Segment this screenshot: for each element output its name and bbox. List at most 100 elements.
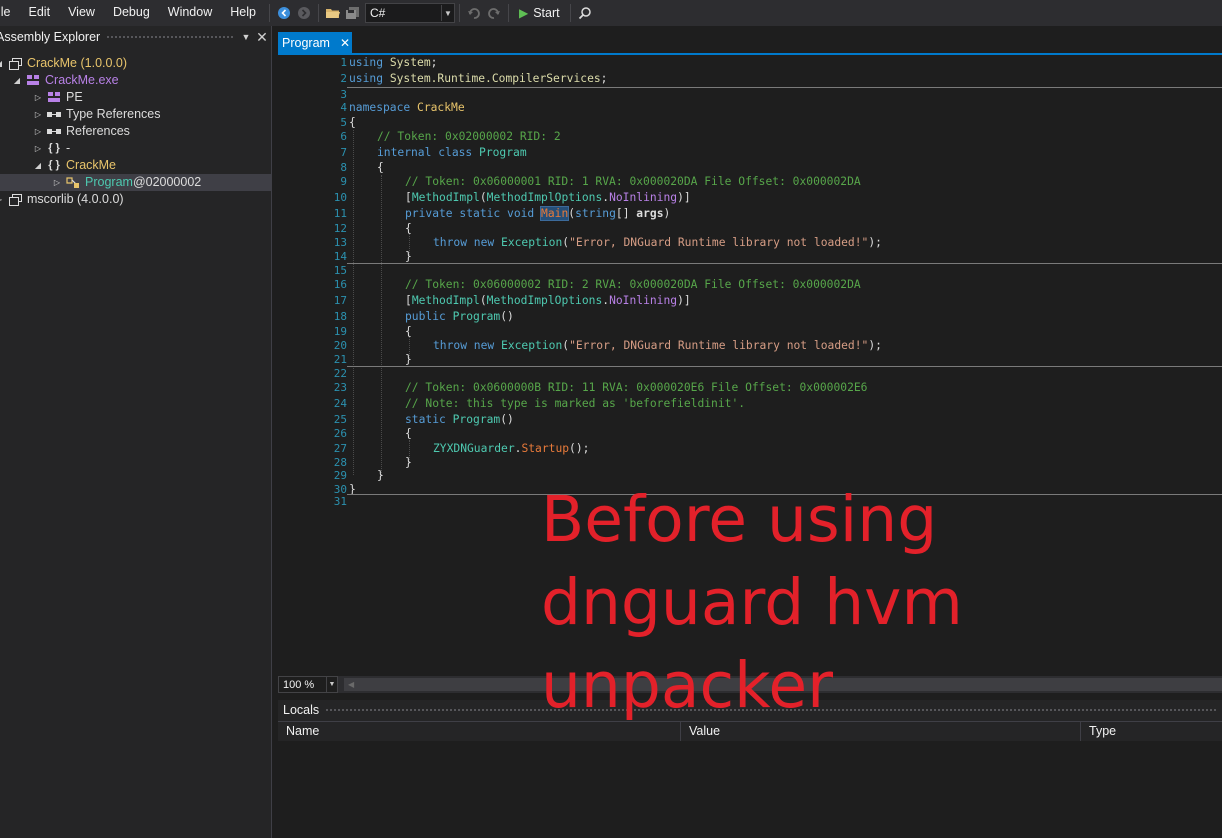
tree-item-label: CrackMe (1.0.0.0) (27, 56, 128, 70)
code-line-10: [MethodImpl(MethodImplOptions.NoInlining… (405, 191, 691, 204)
references-icon (47, 125, 61, 138)
class-icon (66, 176, 80, 189)
collapsed-arrow-icon[interactable]: ▷ (33, 89, 43, 106)
code-line-17: [MethodImpl(MethodImplOptions.NoInlining… (405, 294, 691, 307)
forward-icon[interactable] (294, 3, 314, 23)
section-divider (347, 87, 1222, 88)
line-number: 9 (340, 175, 347, 188)
line-number: 6 (340, 130, 347, 143)
language-value: C# (369, 6, 386, 20)
line-number: 20 (333, 339, 347, 352)
tree-item-type-references[interactable]: ▷ Type References (33, 106, 161, 123)
overlay-caption: Before using dnguard hvm unpacker (541, 478, 981, 727)
line-number: 17 (333, 294, 347, 307)
tree-item-crackme-namespace[interactable]: ◢ { } CrackMe (33, 157, 116, 174)
code-line-1: using System; (349, 56, 438, 69)
line-number: 2 (340, 72, 347, 85)
close-icon[interactable]: ✕ (253, 29, 271, 46)
chevron-down-icon[interactable]: ▼ (239, 32, 253, 42)
locals-grid-body (278, 741, 1222, 838)
menu-help[interactable]: Help (221, 0, 265, 26)
caption-line-2: dnguard hvm (541, 566, 963, 639)
open-folder-icon[interactable] (323, 3, 343, 23)
line-number: 16 (333, 278, 347, 291)
menu-bar: ile Edit View Debug Window Help C# ▼ ▶ S… (0, 0, 1222, 26)
play-icon: ▶ (518, 6, 529, 20)
expanded-arrow-icon[interactable]: ◢ (33, 157, 43, 174)
code-line-23: // Token: 0x0600000B RID: 11 RVA: 0x0000… (405, 381, 868, 394)
scroll-left-icon[interactable]: ◀ (348, 680, 354, 689)
code-line-24: // Note: this type is marked as 'beforef… (405, 397, 746, 410)
expanded-arrow-icon[interactable]: ◢ (12, 72, 22, 89)
back-icon[interactable] (274, 3, 294, 23)
toolbar-separator (458, 4, 460, 22)
redo-icon[interactable] (484, 3, 504, 23)
code-line-13: throw new Exception("Error, DNGuard Runt… (433, 236, 882, 249)
code-line-14: } (405, 250, 412, 263)
language-select[interactable]: C# ▼ (364, 3, 455, 23)
menu-file[interactable]: ile (0, 0, 20, 26)
line-number: 14 (333, 250, 347, 263)
tree-item-label: - (66, 141, 71, 155)
locals-title: Locals (283, 703, 320, 717)
code-line-4: namespace CrackMe (349, 101, 465, 114)
section-divider (347, 366, 1222, 367)
tree-item-label: CrackMe (66, 158, 117, 172)
panel-grip[interactable] (106, 34, 233, 40)
tree-item-program-class[interactable]: ▷ Program @02000002 (0, 174, 271, 191)
editor-tabstrip: Program ✕ (278, 32, 1222, 55)
pe-icon (47, 91, 61, 104)
search-icon[interactable] (575, 3, 595, 23)
line-number: 26 (333, 427, 347, 440)
tree-item-empty-namespace[interactable]: ▷ { } - (33, 140, 70, 157)
save-all-icon[interactable] (343, 3, 363, 23)
tab-program[interactable]: Program ✕ (278, 32, 352, 53)
code-line-16: // Token: 0x06000002 RID: 2 RVA: 0x00002… (405, 278, 861, 291)
caption-line-1: Before using (541, 483, 938, 556)
code-line-21: } (405, 353, 412, 366)
code-line-27: ZYXDNGuarder.Startup(); (433, 442, 590, 455)
zoom-select[interactable]: 100 % ▼ (278, 676, 338, 693)
menu-debug[interactable]: Debug (104, 0, 159, 26)
highlighted-method-name[interactable]: Main (540, 206, 570, 221)
code-line-11: private static void Main(string[] args) (405, 206, 671, 221)
collapsed-arrow-icon[interactable]: ▷ (33, 140, 43, 157)
collapsed-arrow-icon[interactable]: ▷ (0, 191, 4, 208)
zoom-value: 100 % (283, 678, 315, 691)
indent-guide (353, 130, 354, 475)
menu-window[interactable]: Window (159, 0, 221, 26)
tree-item-crackme-exe[interactable]: ◢ CrackMe.exe (12, 72, 119, 89)
line-number-gutter: 1 2 3 4 5 6 7 8 9 10 11 12 13 14 15 16 17 18 19 20 21 22 23 24 2… (295, 55, 347, 675)
line-number: 11 (333, 207, 347, 220)
tree-item-references[interactable]: ▷ References (33, 123, 130, 140)
collapsed-arrow-icon[interactable]: ▷ (33, 123, 43, 140)
line-number: 25 (333, 413, 347, 426)
undo-icon[interactable] (464, 3, 484, 23)
code-line-18: public Program() (405, 310, 514, 323)
tree-item-crackme-assembly[interactable]: ◢ CrackMe (1.0.0.0) (0, 55, 127, 72)
expanded-arrow-icon[interactable]: ◢ (0, 55, 4, 72)
toolbar-separator (317, 4, 319, 22)
tree-item-label: Type References (66, 107, 161, 121)
tree-item-token: @02000002 (132, 175, 202, 189)
assembly-icon (8, 193, 22, 206)
assembly-explorer-title: Assembly Explorer (0, 30, 101, 44)
tree-item-pe[interactable]: ▷ PE (33, 89, 83, 106)
start-button[interactable]: ▶ Start (513, 3, 566, 23)
line-number: 29 (333, 469, 347, 482)
close-icon[interactable]: ✕ (340, 36, 350, 50)
tree-item-mscorlib[interactable]: ▷ mscorlib (4.0.0.0) (0, 191, 124, 208)
tree-item-label: CrackMe.exe (45, 73, 119, 87)
collapsed-arrow-icon[interactable]: ▷ (33, 106, 43, 123)
menu-edit[interactable]: Edit (20, 0, 60, 26)
section-divider (347, 263, 1222, 264)
assembly-explorer-panel: Assembly Explorer ▼ ✕ ◢ CrackMe (1.0.0.0… (0, 26, 272, 838)
column-header-type[interactable]: Type (1081, 722, 1222, 741)
line-number: 13 (333, 236, 347, 249)
type-references-icon (47, 108, 61, 121)
collapsed-arrow-icon[interactable]: ▷ (52, 174, 62, 191)
tree-item-label: References (66, 124, 130, 138)
menu-view[interactable]: View (59, 0, 104, 26)
indent-guide (381, 175, 382, 475)
toolbar-separator (268, 4, 270, 22)
